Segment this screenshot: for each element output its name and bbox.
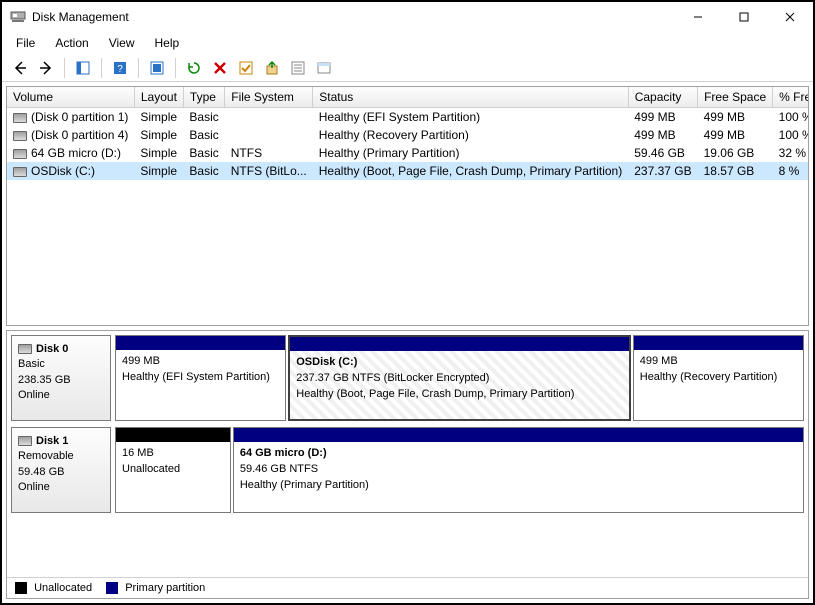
column-header-pctfree[interactable]: % Free bbox=[773, 87, 809, 108]
disk-partitions: 16 MBUnallocated64 GB micro (D:)59.46 GB… bbox=[115, 427, 804, 513]
column-header-freespace[interactable]: Free Space bbox=[698, 87, 773, 108]
legend-item-primary: Primary partition bbox=[106, 582, 205, 594]
column-header-status[interactable]: Status bbox=[313, 87, 628, 108]
properties-icon[interactable] bbox=[286, 56, 310, 80]
check-icon[interactable] bbox=[234, 56, 258, 80]
menubar: File Action View Help bbox=[2, 32, 813, 54]
drive-icon bbox=[13, 149, 27, 159]
window-title: Disk Management bbox=[32, 10, 129, 24]
table-row[interactable]: (Disk 0 partition 1)SimpleBasicHealthy (… bbox=[7, 108, 809, 127]
disk-label[interactable]: Disk 0Basic238.35 GBOnline bbox=[11, 335, 111, 421]
table-row[interactable]: OSDisk (C:)SimpleBasicNTFS (BitLo...Heal… bbox=[7, 162, 809, 180]
graphical-pane-wrap: Disk 0Basic238.35 GBOnline499 MBHealthy … bbox=[6, 330, 809, 599]
disk-row: Disk 1Removable59.48 GBOnline16 MBUnallo… bbox=[11, 427, 804, 513]
minimize-button[interactable] bbox=[675, 2, 721, 32]
drive-icon bbox=[13, 113, 27, 123]
partition-stripe bbox=[116, 428, 230, 442]
legend-label-primary: Primary partition bbox=[125, 582, 205, 594]
titlebar: Disk Management bbox=[2, 2, 813, 32]
legend-item-unallocated: Unallocated bbox=[15, 582, 92, 594]
drive-icon bbox=[18, 436, 32, 446]
partition-label: 499 MBHealthy (Recovery Partition) bbox=[634, 350, 803, 420]
toolbar: ? bbox=[2, 54, 813, 82]
volume-list-pane[interactable]: Volume Layout Type File System Status Ca… bbox=[6, 86, 809, 326]
table-row[interactable]: (Disk 0 partition 4)SimpleBasicHealthy (… bbox=[7, 126, 809, 144]
refresh-icon[interactable] bbox=[182, 56, 206, 80]
legend: Unallocated Primary partition bbox=[7, 577, 808, 598]
column-header-type[interactable]: Type bbox=[183, 87, 224, 108]
menu-help[interactable]: Help bbox=[147, 34, 188, 52]
mount-icon[interactable] bbox=[260, 56, 284, 80]
legend-swatch-unallocated bbox=[15, 582, 27, 594]
partition-stripe bbox=[234, 428, 803, 442]
partition-block[interactable]: 499 MBHealthy (EFI System Partition) bbox=[115, 335, 286, 421]
volume-table: Volume Layout Type File System Status Ca… bbox=[7, 87, 809, 180]
drive-icon bbox=[18, 344, 32, 354]
menu-action[interactable]: Action bbox=[47, 34, 96, 52]
partition-stripe bbox=[116, 336, 285, 350]
close-button[interactable] bbox=[767, 2, 813, 32]
disk-partitions: 499 MBHealthy (EFI System Partition)OSDi… bbox=[115, 335, 804, 421]
partition-block[interactable]: 499 MBHealthy (Recovery Partition) bbox=[633, 335, 804, 421]
partition-label: 16 MBUnallocated bbox=[116, 442, 230, 512]
column-header-filesystem[interactable]: File System bbox=[225, 87, 313, 108]
list-icon[interactable] bbox=[312, 56, 336, 80]
disk-label[interactable]: Disk 1Removable59.48 GBOnline bbox=[11, 427, 111, 513]
drive-icon bbox=[13, 167, 27, 177]
graphical-pane[interactable]: Disk 0Basic238.35 GBOnline499 MBHealthy … bbox=[7, 331, 808, 577]
disk-row: Disk 0Basic238.35 GBOnline499 MBHealthy … bbox=[11, 335, 804, 421]
menu-view[interactable]: View bbox=[101, 34, 143, 52]
svg-text:?: ? bbox=[117, 64, 123, 75]
drive-icon bbox=[13, 131, 27, 141]
help-icon[interactable]: ? bbox=[108, 56, 132, 80]
partition-block[interactable]: OSDisk (C:)237.37 GB NTFS (BitLocker Enc… bbox=[288, 335, 631, 421]
partition-stripe bbox=[634, 336, 803, 350]
partition-label: OSDisk (C:)237.37 GB NTFS (BitLocker Enc… bbox=[290, 351, 629, 419]
menu-file[interactable]: File bbox=[8, 34, 43, 52]
table-row[interactable]: 64 GB micro (D:)SimpleBasicNTFSHealthy (… bbox=[7, 144, 809, 162]
legend-swatch-primary bbox=[106, 582, 118, 594]
column-header-layout[interactable]: Layout bbox=[134, 87, 183, 108]
delete-icon[interactable] bbox=[208, 56, 232, 80]
column-header-volume[interactable]: Volume bbox=[7, 87, 134, 108]
back-button[interactable] bbox=[8, 56, 32, 80]
partition-stripe bbox=[290, 337, 629, 351]
legend-label-unallocated: Unallocated bbox=[34, 582, 92, 594]
app-icon bbox=[10, 9, 26, 25]
partition-block[interactable]: 64 GB micro (D:)59.46 GB NTFSHealthy (Pr… bbox=[233, 427, 804, 513]
maximize-button[interactable] bbox=[721, 2, 767, 32]
partition-label: 499 MBHealthy (EFI System Partition) bbox=[116, 350, 285, 420]
show-hide-console-tree-icon[interactable] bbox=[71, 56, 95, 80]
partition-label: 64 GB micro (D:)59.46 GB NTFSHealthy (Pr… bbox=[234, 442, 803, 512]
partition-block[interactable]: 16 MBUnallocated bbox=[115, 427, 231, 513]
column-header-capacity[interactable]: Capacity bbox=[628, 87, 697, 108]
settings-icon[interactable] bbox=[145, 56, 169, 80]
forward-button[interactable] bbox=[34, 56, 58, 80]
